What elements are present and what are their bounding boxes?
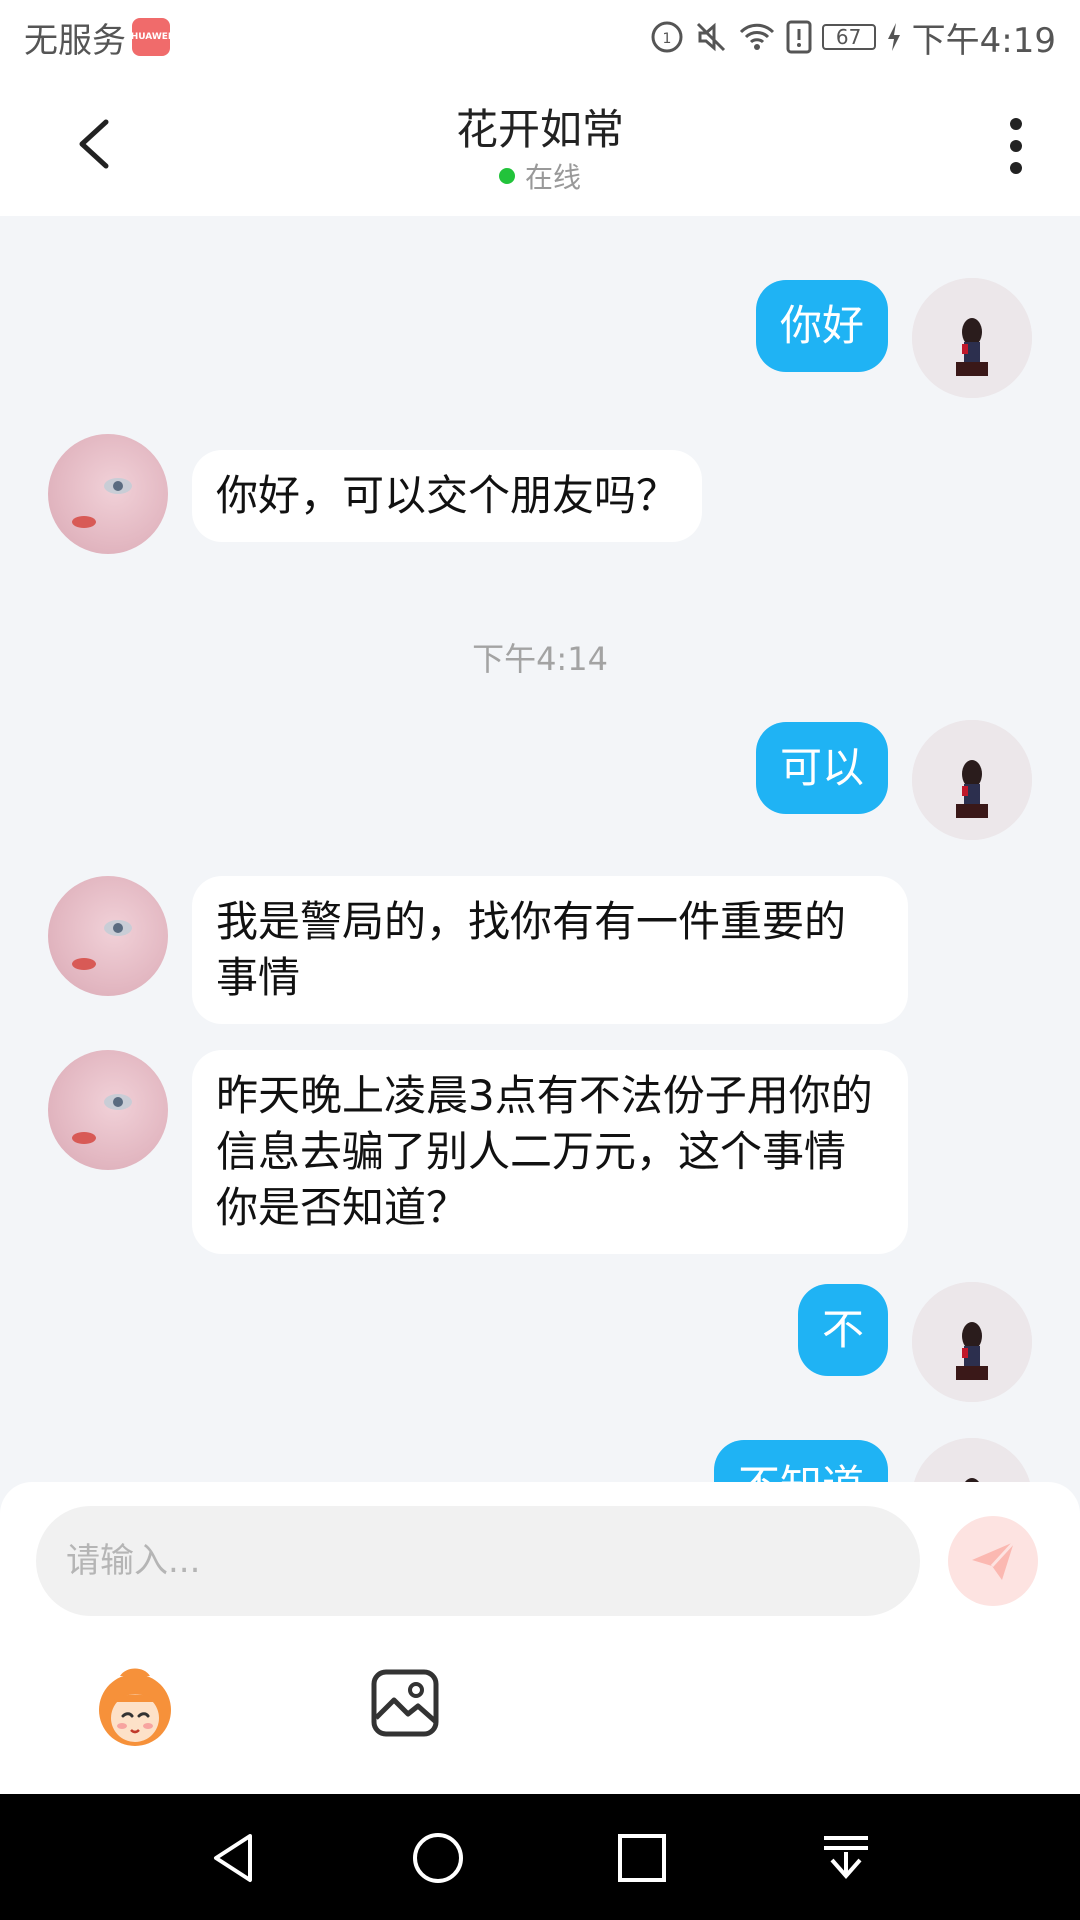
contact-avatar[interactable]: [48, 434, 168, 554]
message-timestamp: 下午4:14: [472, 640, 608, 678]
online-status-text: 在线: [524, 161, 581, 194]
pull-down-icon: [824, 1836, 868, 1880]
message-bubble-self[interactable]: 你好: [755, 280, 888, 372]
send-button[interactable]: [948, 1516, 1038, 1606]
self-avatar-image: [912, 278, 1032, 398]
online-dot-icon: [498, 168, 515, 184]
nav-home-button[interactable]: [410, 1830, 466, 1886]
image-icon: [371, 1669, 439, 1737]
self-avatar-image: [912, 720, 1032, 840]
self-avatar[interactable]: [912, 720, 1032, 840]
composer: [0, 1482, 1080, 1794]
online-status: 在线: [0, 156, 1080, 196]
contact-avatar-image: [72, 1094, 132, 1144]
square-recents-icon: [618, 1834, 666, 1882]
sim-alert-icon: [786, 20, 812, 54]
more-vertical-icon: [1010, 118, 1022, 174]
contact-avatar[interactable]: [48, 1050, 168, 1170]
battery-indicator: 67: [821, 24, 876, 50]
message-bubble-other[interactable]: 昨天晚上凌晨3点有不法份子用你的信息去骗了别人二万元，这个事情你是否知道？: [192, 1050, 908, 1254]
svg-text:1: 1: [662, 31, 671, 47]
nav-notification-button[interactable]: [818, 1830, 874, 1886]
self-avatar[interactable]: [912, 1438, 1032, 1482]
data-saver-icon: 1: [650, 20, 684, 54]
message-row: 可以: [0, 720, 1080, 840]
message-row: 不知道: [0, 1438, 1080, 1482]
message-bubble-other[interactable]: 你好，可以交个朋友吗？: [192, 450, 703, 542]
more-options-button[interactable]: [1006, 118, 1026, 174]
message-row: 不: [0, 1282, 1080, 1402]
status-bar: 无服务 HUAWEI 1 67 下午4:19: [0, 0, 1080, 74]
message-bubble-self[interactable]: 不知道: [713, 1440, 888, 1482]
contact-avatar-image: [72, 478, 132, 528]
self-avatar-image: [912, 1438, 1032, 1482]
mute-icon: [694, 20, 728, 54]
message-input[interactable]: [36, 1506, 920, 1616]
charging-icon: [886, 22, 902, 52]
chat-header: 花开如常 在线: [0, 74, 1080, 216]
message-row: 我是警局的，找你有有一件重要的事情: [0, 876, 1080, 1024]
status-left: 无服务 HUAWEI: [24, 13, 172, 62]
send-icon: [972, 1540, 1016, 1580]
self-avatar-image: [912, 1282, 1032, 1402]
message-bubble-self[interactable]: 不: [797, 1284, 888, 1376]
contact-avatar[interactable]: [48, 876, 168, 996]
emoji-face-icon: [99, 1668, 171, 1746]
circle-home-icon: [413, 1833, 463, 1883]
message-row: 你好，可以交个朋友吗？: [0, 434, 1080, 554]
message-row: 昨天晚上凌晨3点有不法份子用你的信息去骗了别人二万元，这个事情你是否知道？: [0, 1050, 1080, 1254]
self-avatar[interactable]: [912, 1282, 1032, 1402]
huawei-badge-text: HUAWEI: [130, 32, 172, 42]
wifi-icon: [738, 20, 776, 54]
huawei-app-icon: HUAWEI: [130, 18, 172, 56]
carrier-text: 无服务: [24, 20, 126, 61]
system-nav-bar: [0, 1794, 1080, 1920]
message-bubble-other[interactable]: 我是警局的，找你有有一件重要的事情: [192, 876, 908, 1024]
self-avatar[interactable]: [912, 278, 1032, 398]
emoji-button[interactable]: [90, 1662, 180, 1752]
message-row: 你好: [0, 278, 1080, 398]
message-list[interactable]: 你好 你好，可以交个朋友吗？ 下午4:14 可以 我是警局的，找你有有一件重要的…: [0, 216, 1080, 1482]
triangle-back-icon: [214, 1834, 252, 1882]
nav-back-button[interactable]: [206, 1830, 262, 1886]
message-bubble-self[interactable]: 可以: [755, 722, 888, 814]
contact-name: 花开如常: [455, 105, 624, 154]
nav-recents-button[interactable]: [614, 1830, 670, 1886]
contact-avatar-image: [72, 920, 132, 970]
image-picker-button[interactable]: [370, 1668, 440, 1738]
status-time: 下午4:19: [911, 20, 1056, 61]
status-right: 1 67 下午4:19: [650, 13, 1056, 62]
